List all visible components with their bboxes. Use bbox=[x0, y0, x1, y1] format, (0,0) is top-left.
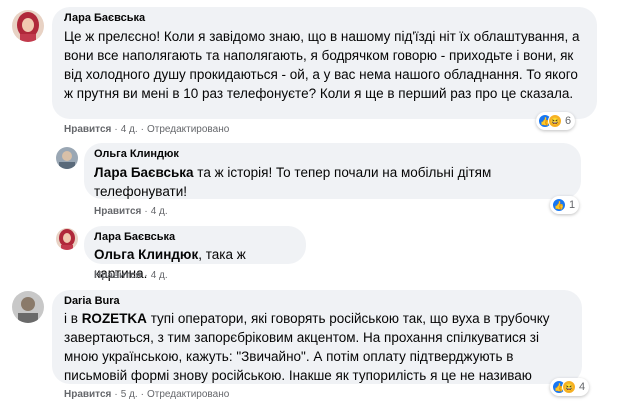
like-button[interactable]: Нравится bbox=[94, 206, 141, 217]
reaction-summary[interactable]: 👍 😆 4 bbox=[550, 378, 590, 396]
avatar[interactable] bbox=[56, 147, 78, 169]
reaction-count: 6 bbox=[565, 115, 572, 127]
reaction-summary[interactable]: 👍 😆 6 bbox=[536, 112, 576, 130]
comment-text: Це ж прелєсно! Коли я завідомо знаю, що … bbox=[64, 29, 580, 101]
mention-link[interactable]: Ольга Клиндюк bbox=[94, 247, 198, 262]
timestamp[interactable]: 4 д. bbox=[151, 206, 168, 217]
mention-link[interactable]: Лара Баєвська bbox=[94, 165, 194, 180]
avatar[interactable] bbox=[12, 291, 44, 323]
comment-actions: Нравится · 5 д. · Отредактировано bbox=[64, 389, 230, 400]
comment-actions: Нравится · 4 д. · Отредактировано bbox=[64, 124, 230, 135]
like-button[interactable]: Нравится bbox=[64, 124, 111, 135]
comment-author[interactable]: Ольга Клиндюк bbox=[94, 148, 569, 161]
avatar[interactable] bbox=[12, 10, 44, 42]
like-button[interactable]: Нравится bbox=[94, 270, 141, 281]
thumbs-up-icon: 👍 bbox=[552, 198, 566, 212]
reaction-count: 4 bbox=[579, 381, 586, 393]
comment-bubble: Лара Баєвська Це ж прелєсно! Коли я заві… bbox=[52, 7, 597, 119]
comment-bubble: Лара Баєвська Ольга Клиндюк, така ж карт… bbox=[84, 226, 306, 281]
like-button[interactable]: Нравится bbox=[64, 389, 111, 400]
edited-label: Отредактировано bbox=[147, 124, 230, 135]
avatar[interactable] bbox=[56, 228, 78, 250]
timestamp[interactable]: 5 д. bbox=[121, 389, 138, 400]
comment-author[interactable]: Лара Баєвська bbox=[94, 231, 294, 244]
comment-author[interactable]: Лара Баєвська bbox=[64, 12, 585, 25]
haha-icon: 😆 bbox=[548, 114, 562, 128]
reaction-count: 1 bbox=[569, 199, 576, 211]
reaction-summary[interactable]: 👍 1 bbox=[550, 196, 580, 214]
comment-bubble: Daria Bura і в ROZETKA тупі оператори, я… bbox=[52, 290, 582, 384]
comment-author[interactable]: Daria Bura bbox=[64, 295, 570, 308]
comment-text: і в bbox=[64, 311, 82, 326]
comment-actions: Нравится · 4 д. bbox=[94, 270, 168, 281]
comment-actions: Нравится · 4 д. bbox=[94, 206, 168, 217]
comment-bubble: Ольга Клиндюк Лара Баєвська та ж історія… bbox=[84, 143, 581, 199]
brand-name: ROZETKA bbox=[81, 311, 147, 326]
haha-icon: 😆 bbox=[562, 380, 576, 394]
edited-label: Отредактировано bbox=[147, 389, 230, 400]
timestamp[interactable]: 4 д. bbox=[151, 270, 168, 281]
timestamp[interactable]: 4 д. bbox=[121, 124, 138, 135]
